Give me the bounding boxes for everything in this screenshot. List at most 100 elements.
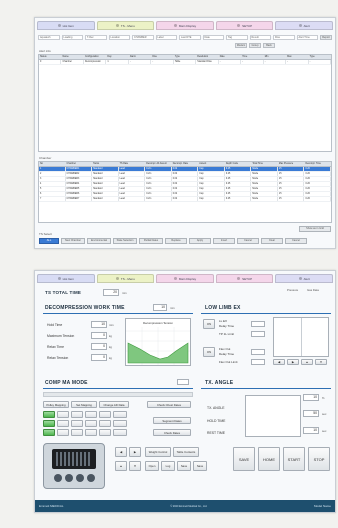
table-row[interactable]: 0 Chamber Decompression 1 - - Table Stan… — [39, 60, 331, 65]
segment-dates-button[interactable]: Segment Dates — [153, 417, 191, 424]
comp-toggle[interactable] — [113, 429, 127, 436]
comp-toggle[interactable] — [43, 411, 55, 418]
relax-tension-input[interactable]: 0 — [91, 354, 107, 361]
check-chest-dates-button[interactable]: Check Chest Dates — [147, 401, 191, 408]
nav-down-button[interactable]: ▼ — [129, 461, 141, 471]
comp-toggle[interactable] — [99, 429, 111, 436]
comp-toggle[interactable] — [113, 411, 127, 418]
modem-button[interactable]: Modem — [235, 42, 247, 48]
tab-alert[interactable]: Alert — [275, 274, 333, 283]
relax-time-input[interactable]: 0 — [91, 343, 107, 350]
filter-field[interactable]: Dive — [273, 34, 295, 40]
save-button[interactable]: SAVE — [233, 447, 255, 471]
filter-field[interactable]: T-Rec — [85, 34, 107, 40]
insert-button[interactable]: Insert — [213, 238, 235, 244]
tab-setup[interactable]: SETUP — [215, 274, 274, 283]
step-button[interactable]: ▶ — [287, 359, 299, 365]
change-ad-data-button[interactable]: Change AD Data — [99, 401, 129, 408]
home-button[interactable]: HOME — [258, 447, 280, 471]
show-all-button[interactable]: Show as in Grid — [299, 226, 331, 232]
comp-toggle[interactable] — [99, 420, 111, 427]
total-time-input[interactable]: 20 — [103, 289, 119, 296]
comp-ma-value[interactable] — [177, 379, 189, 385]
start-button[interactable]: START — [283, 447, 305, 471]
comp-toggle[interactable] — [113, 420, 127, 427]
weight-control-button[interactable]: Weight Control — [145, 447, 171, 457]
tx-angle-input[interactable]: 10 — [303, 394, 319, 401]
partial-dates-button[interactable]: Partial Dates — [139, 238, 163, 244]
comp-toggle[interactable] — [43, 429, 55, 436]
filter-field[interactable]: Aquatech — [38, 34, 60, 40]
state-selection-button[interactable]: State Selection — [113, 238, 137, 244]
tab-ts-menu[interactable]: TS - Menu — [96, 21, 155, 30]
tab-hot-item[interactable]: Hot Item — [37, 274, 95, 283]
filter-field[interactable]: Alert Time — [296, 34, 318, 40]
ll-ex-toggle[interactable]: ON — [203, 319, 215, 329]
controller-button[interactable] — [76, 474, 84, 482]
table-contents-button[interactable]: Table Contents — [173, 447, 199, 457]
filter-field[interactable]: Result — [249, 34, 271, 40]
tab-ts-menu[interactable]: TS - Menu — [96, 274, 155, 283]
log-button[interactable]: Log — [161, 461, 175, 471]
set-mapping-button[interactable]: Set Mapping — [71, 401, 97, 408]
comp-toggle[interactable] — [43, 420, 55, 427]
comp-toggle[interactable] — [57, 411, 69, 418]
apply-button[interactable]: Apply — [189, 238, 211, 244]
nav-left-button[interactable]: ◀ — [115, 447, 127, 457]
new-chamber-button[interactable]: New Chamber — [61, 238, 85, 244]
pulley-mapping-button[interactable]: Pulley Mapping — [43, 401, 69, 408]
controller-button[interactable] — [87, 474, 95, 482]
back-button[interactable]: Back — [263, 42, 275, 48]
replace-button[interactable]: Replace — [165, 238, 187, 244]
tp-limit-input[interactable] — [251, 331, 265, 337]
comp-toggle[interactable] — [71, 411, 83, 418]
tab-setup[interactable]: SETUP — [215, 21, 274, 30]
comp-toggle[interactable] — [57, 429, 69, 436]
filter-field[interactable]: Date — [202, 34, 224, 40]
comp-toggle[interactable] — [57, 420, 69, 427]
flex-out-delay-input[interactable] — [251, 349, 265, 355]
filter-all-button[interactable]: ALL — [39, 238, 59, 244]
cancel-button[interactable]: Cancel — [237, 238, 259, 244]
nav-up-button[interactable]: ▲ — [115, 461, 127, 471]
step-button[interactable]: ◀ — [273, 359, 285, 365]
group-button[interactable]: Group — [249, 42, 261, 48]
comp-toggle[interactable] — [71, 429, 83, 436]
filter-field[interactable]: Tag — [226, 34, 248, 40]
save-small-button[interactable]: Save — [193, 461, 207, 471]
decompression-time-input[interactable]: 10 — [153, 304, 167, 311]
report-button[interactable]: Report — [320, 34, 332, 40]
step-button[interactable]: ▲ — [301, 359, 313, 365]
open-button[interactable]: Open — [145, 461, 159, 471]
cancel-button[interactable]: Cancel — [285, 238, 307, 244]
filter-field[interactable]: CHAMBER — [132, 34, 154, 40]
nav-right-button[interactable]: ▶ — [129, 447, 141, 457]
check-dates-button[interactable]: Check Dates — [153, 429, 191, 436]
comp-toggle[interactable] — [85, 420, 97, 427]
environmental-button[interactable]: Environmental — [87, 238, 111, 244]
stop-button[interactable]: STOP — [308, 447, 330, 471]
step-button[interactable]: ▼ — [315, 359, 327, 365]
ll-ex-delay-input[interactable] — [251, 321, 265, 327]
save-small-button[interactable]: Save — [177, 461, 191, 471]
filter-field[interactable]: Label — [155, 34, 177, 40]
filter-field[interactable]: Location — [108, 34, 130, 40]
clear-button[interactable]: Clear — [261, 238, 283, 244]
flex-out-limit-input[interactable] — [251, 359, 265, 365]
controller-button[interactable] — [54, 474, 62, 482]
comp-toggle[interactable] — [85, 429, 97, 436]
tab-main-display[interactable]: Main Display — [156, 21, 214, 30]
tab-alert[interactable]: Alert — [275, 21, 333, 30]
comp-toggle[interactable] — [85, 411, 97, 418]
max-tension-input[interactable]: 0 — [91, 332, 107, 339]
comp-toggle[interactable] — [71, 420, 83, 427]
hold-time-input[interactable]: 10 — [91, 321, 107, 328]
tx-rest-time-input[interactable]: 10 — [303, 427, 319, 434]
filter-field[interactable]: Loading — [61, 34, 83, 40]
tab-main-display[interactable]: Main Display — [156, 274, 214, 283]
flex-out-toggle[interactable]: ON — [203, 347, 215, 357]
controller-button[interactable] — [65, 474, 73, 482]
comp-toggle[interactable] — [99, 411, 111, 418]
table-row[interactable]: 7 CHAMBER7 Standard Lead 0.2m 0.02 Cap 0.25 Mode… — [39, 197, 331, 202]
tab-hot-item[interactable]: Hot Item — [37, 21, 95, 30]
